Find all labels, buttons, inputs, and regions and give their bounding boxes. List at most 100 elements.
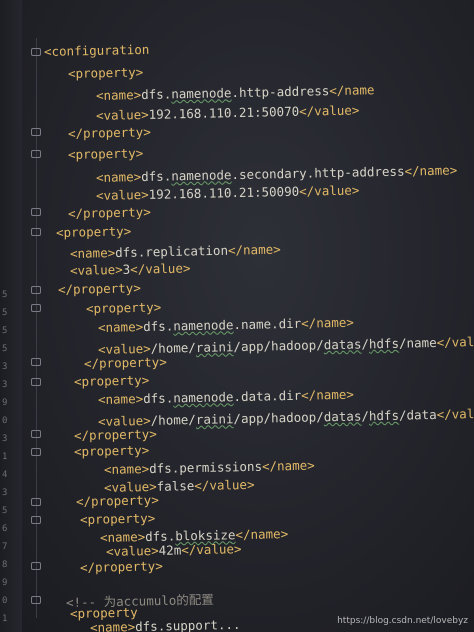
code-line: </property> [84,354,167,371]
xml-tag: <property> [67,145,144,162]
fold-toggle-icon[interactable] [31,448,41,456]
xml-tag: <property> [79,510,156,527]
fold-toggle-icon[interactable] [31,516,41,524]
xml-tag: <property> [85,299,162,316]
xml-text: dfs.namenode.http-address [140,83,330,103]
xml-tag: <property> [55,223,132,240]
xml-tag: </property> [83,354,167,371]
code-line: <value>192.168.110.21:50070</value> [96,102,360,123]
code-line: <value>3</value> [70,260,191,278]
xml-tag: <name> [97,319,144,335]
fold-toggle-icon[interactable] [31,228,41,236]
code-line: <property> [74,372,150,389]
xml-text: /home/raini/app/hadoop/datas/hdfs/name [150,334,437,356]
line-number: 8 [2,559,8,571]
xml-tag: <name> [97,391,144,407]
xml-close-tag: </name> [301,386,355,403]
line-number: 5 [2,325,8,337]
code-line: <name>dfs.permissions</name> [104,458,315,477]
xml-close-tag: </value> [181,541,242,558]
xml-tag: <value> [95,106,149,123]
xml-tag: </property> [67,204,151,221]
xml-tag: <name> [103,461,150,477]
xml-text: dfs.replication [114,242,229,261]
xml-text: 192.168.110.21:50070 [148,103,300,122]
xml-tag: <property> [73,442,150,459]
xml-close-tag: </name> [227,241,281,258]
xml-tag: </property> [75,492,159,509]
line-number: 5 [2,505,8,517]
fold-toggle-icon[interactable] [31,286,41,294]
code-line: <name>dfs.support... [90,617,241,632]
xml-close-tag: </value> [130,260,191,277]
code-line: <property> [80,510,156,527]
xml-tag: <name> [95,169,142,185]
xml-text: dfs.namenode.name.dir [142,315,302,335]
fold-toggle-icon[interactable] [31,304,41,312]
xml-tag: <value> [105,542,159,559]
xml-close-tag: </name> [301,314,355,331]
line-number: 9 [2,577,8,589]
xml-tag: </property> [79,558,163,575]
xml-close-tag: </value> [436,333,474,350]
line-number: 1 [2,451,8,463]
line-number: 3 [2,361,8,373]
line-number: 7 [2,541,8,553]
code-line: </property> [68,124,151,141]
code-line: <property> [56,223,132,240]
xml-close-tag: </value> [194,476,255,494]
xml-text: dfs.namenode.secondary.http-address [140,163,405,185]
xml-tag: <configuration [43,41,150,59]
xml-tag: </property> [67,124,151,141]
fold-toggle-icon[interactable] [31,208,41,216]
code-line: <value>192.168.110.21:50090</value> [96,182,360,203]
fold-toggle-icon[interactable] [31,358,41,366]
code-editor[interactable]: 5 5 5 5 3 3 9 0 3 1 4 3 5 6 7 8 9 0 1 <configuration <prope… [0,0,474,632]
xml-text: dfs.permissions [148,458,263,477]
xml-text: 192.168.110.21:50090 [148,183,300,202]
code-line: <property> [68,64,144,81]
code-line: <value>42m</value> [106,541,242,559]
code-line: <name>dfs.namenode.secondary.http-addres… [96,162,458,185]
xml-tag: <property> [73,372,150,389]
code-line: <property> [86,299,162,316]
code-line: <property> [74,442,150,459]
code-line: </property> [58,280,141,297]
fold-guide [36,38,37,618]
xml-close-tag: </value> [436,405,474,422]
code-line: </property> [80,558,163,575]
xml-close-tag: </name> [235,526,289,543]
fold-toggle-icon[interactable] [31,150,41,158]
code-line: <name>dfs.namenode.name.dir</name> [98,315,354,335]
xml-text: false [156,478,195,494]
xml-text: /home/raini/app/hadoop/datas/hdfs/data [150,406,437,428]
line-number: 1 [2,613,8,625]
fold-toggle-icon[interactable] [31,48,41,56]
line-number: 5 [2,307,8,319]
xml-close-tag: </name> [261,457,315,474]
xml-tag: <name> [69,245,116,261]
line-number: 3 [2,433,8,445]
xml-tag: <name> [89,619,136,632]
code-line: </property> [68,204,151,221]
xml-close-tag: </name> [404,162,458,179]
watermark: https://blog.csdn.net/lovebyz [337,616,468,626]
line-number: 9 [2,397,8,409]
code-line: <name>dfs.namenode.data.dir</name> [98,387,354,407]
fold-toggle-icon[interactable] [31,498,41,506]
line-number: 6 [2,523,8,535]
line-number: 4 [2,469,8,481]
code-line: <name>dfs.namenode.http-address</name [96,82,375,103]
line-number: 3 [2,379,8,391]
fold-toggle-icon[interactable] [31,596,41,604]
xml-tag: </property> [57,280,141,297]
line-number: 3 [2,487,8,499]
fold-toggle-icon[interactable] [31,128,41,136]
xml-close-tag: </name [329,82,375,99]
xml-tag: <value> [69,261,123,278]
fold-toggle-icon[interactable] [31,430,41,438]
fold-toggle-icon[interactable] [31,562,41,570]
xml-text: dfs.namenode.data.dir [142,387,302,407]
fold-toggle-icon[interactable] [31,378,41,386]
xml-text: 42m [158,542,182,558]
